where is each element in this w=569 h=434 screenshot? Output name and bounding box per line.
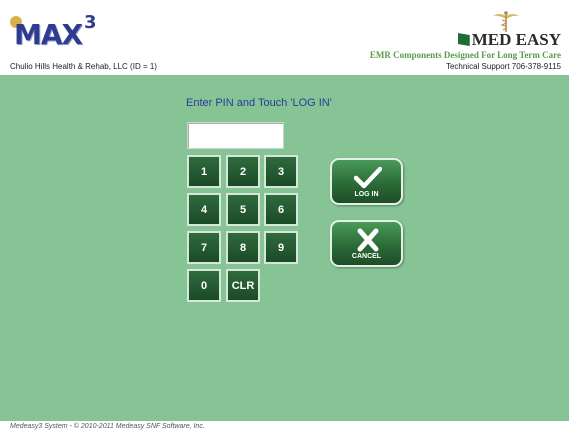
cancel-button-label: CANCEL: [351, 253, 382, 260]
brand-name-text: MED EASY: [471, 30, 561, 49]
login-prompt: Enter PIN and Touch 'LOG IN': [186, 97, 332, 109]
medeasy-brand: MED EASY EMR Components Designed For Lon…: [331, 10, 561, 71]
caduceus-icon: [493, 11, 519, 32]
checkmark-icon: [354, 166, 382, 189]
brand-tagline: EMR Components Designed For Long Term Ca…: [369, 50, 561, 60]
keypad-key-8[interactable]: 8: [226, 231, 260, 264]
keypad-clear-button[interactable]: CLR: [226, 269, 260, 302]
keypad-key-5[interactable]: 5: [226, 193, 260, 226]
technical-support: Technical Support 706-378-9115: [445, 62, 561, 71]
facility-name: Chulio Hills Health & Rehab, LLC (ID = 1…: [10, 62, 157, 71]
footer: Medeasy3 System - © 2010-2011 Medeasy SN…: [0, 421, 569, 434]
keypad-key-1[interactable]: 1: [187, 155, 221, 188]
login-panel: Enter PIN and Touch 'LOG IN' 1 2 3 4 5 6…: [0, 75, 569, 421]
copyright-text: Medeasy3 System - © 2010-2011 Medeasy SN…: [10, 423, 205, 430]
keypad-key-4[interactable]: 4: [187, 193, 221, 226]
brand-name: MED EASY: [457, 30, 561, 50]
keypad-key-2[interactable]: 2: [226, 155, 260, 188]
max3-logo: MAX 3: [10, 10, 105, 55]
keypad-key-3[interactable]: 3: [264, 155, 298, 188]
header: MAX 3 Chulio Hills Health & Rehab, LLC (…: [0, 0, 569, 75]
cancel-button[interactable]: CANCEL: [330, 220, 403, 267]
pin-input[interactable]: [187, 122, 284, 149]
keypad-key-7[interactable]: 7: [187, 231, 221, 264]
login-button-label: LOG IN: [354, 191, 379, 198]
login-button[interactable]: LOG IN: [330, 158, 403, 205]
keypad-key-9[interactable]: 9: [264, 231, 298, 264]
flag-icon: [457, 33, 470, 46]
keypad-key-6[interactable]: 6: [264, 193, 298, 226]
keypad-key-0[interactable]: 0: [187, 269, 221, 302]
logo-superscript: 3: [84, 12, 97, 33]
close-icon: [357, 228, 379, 252]
logo-text: MAX: [14, 18, 83, 51]
